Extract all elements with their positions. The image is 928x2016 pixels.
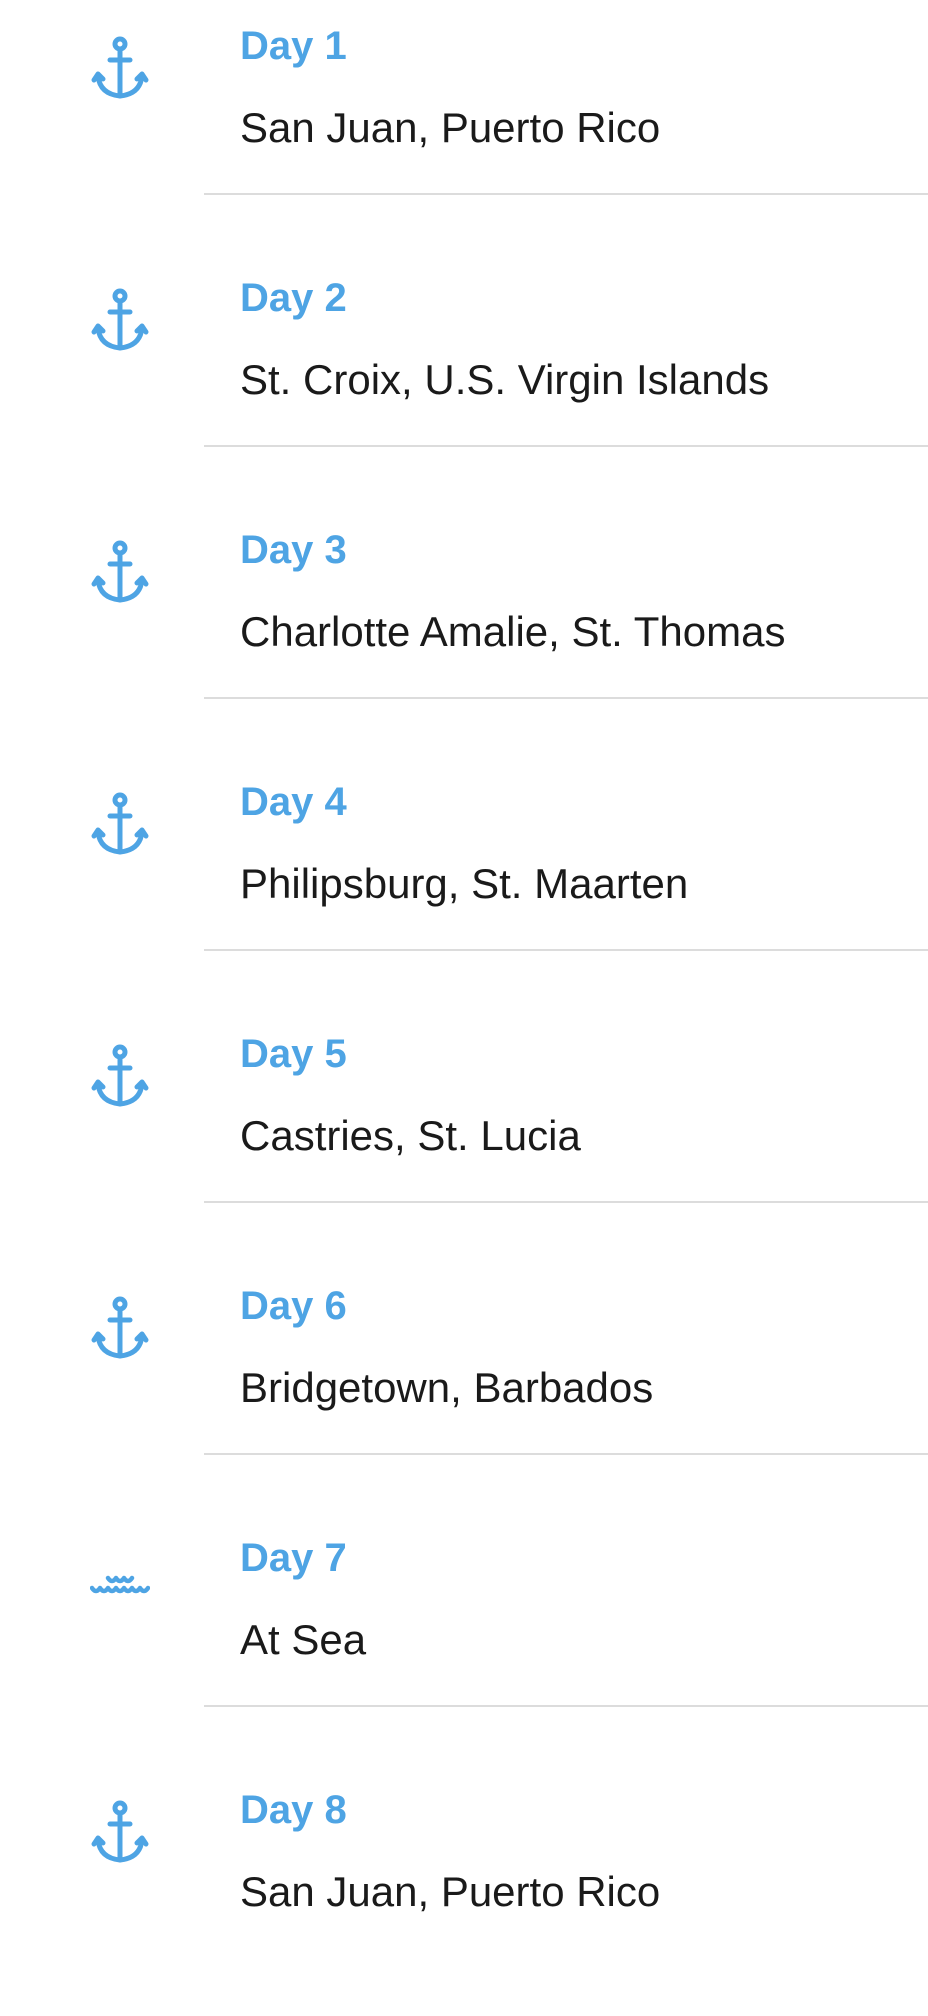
anchor-icon <box>90 1296 150 1362</box>
itinerary-item[interactable]: Day 5 Castries, St. Lucia <box>0 1008 928 1260</box>
itinerary-item[interactable]: Day 6 Bridgetown, Barbados <box>0 1260 928 1512</box>
port-name: Bridgetown, Barbados <box>240 1364 654 1411</box>
anchor-icon <box>90 792 150 858</box>
day-label: Day 3 <box>240 528 347 572</box>
port-name: San Juan, Puerto Rico <box>240 1868 661 1915</box>
port-name: At Sea <box>240 1616 367 1663</box>
divider <box>204 445 928 447</box>
waves-icon <box>90 1548 150 1614</box>
port-name: San Juan, Puerto Rico <box>240 104 661 151</box>
itinerary-item[interactable]: Day 8 San Juan, Puerto Rico <box>0 1764 928 2016</box>
port-name: Castries, St. Lucia <box>240 1112 581 1159</box>
anchor-icon <box>90 36 150 102</box>
day-label: Day 8 <box>240 1788 347 1832</box>
port-name: St. Croix, U.S. Virgin Islands <box>240 356 770 403</box>
anchor-icon <box>90 1044 150 1110</box>
day-label: Day 2 <box>240 276 347 320</box>
day-label: Day 6 <box>240 1284 347 1328</box>
divider <box>204 1201 928 1203</box>
divider <box>204 193 928 195</box>
itinerary-item[interactable]: Day 4 Philipsburg, St. Maarten <box>0 756 928 1008</box>
anchor-icon <box>90 1800 150 1866</box>
itinerary-item[interactable]: Day 2 St. Croix, U.S. Virgin Islands <box>0 252 928 504</box>
day-label: Day 5 <box>240 1032 347 1076</box>
day-label: Day 4 <box>240 780 347 824</box>
itinerary-item[interactable]: Day 7 At Sea <box>0 1512 928 1764</box>
itinerary-item[interactable]: Day 3 Charlotte Amalie, St. Thomas <box>0 504 928 756</box>
divider <box>204 949 928 951</box>
day-label: Day 1 <box>240 24 347 68</box>
port-name: Charlotte Amalie, St. Thomas <box>240 608 786 655</box>
divider <box>204 697 928 699</box>
itinerary-list: Day 1 San Juan, Puerto Rico Day 2 St. Cr… <box>0 0 928 1959</box>
day-label: Day 7 <box>240 1536 347 1580</box>
itinerary-item[interactable]: Day 1 San Juan, Puerto Rico <box>0 0 928 252</box>
anchor-icon <box>90 540 150 606</box>
anchor-icon <box>90 288 150 354</box>
port-name: Philipsburg, St. Maarten <box>240 860 689 907</box>
divider <box>204 1705 928 1707</box>
divider <box>204 1453 928 1455</box>
